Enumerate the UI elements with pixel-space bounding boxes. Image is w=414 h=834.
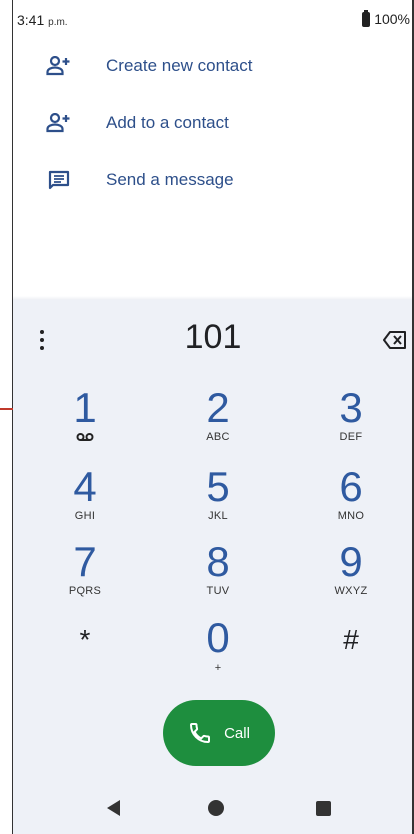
create-new-contact-button[interactable]: Create new contact	[13, 40, 412, 92]
key-3-digit: 3	[339, 384, 363, 431]
key-7-digit: 7	[73, 538, 97, 585]
more-options-icon-dot	[40, 338, 44, 342]
status-time-value: 3:41	[17, 12, 45, 28]
person-add-icon	[45, 54, 73, 78]
key-8-digit: 8	[206, 538, 230, 585]
key-6-digit: 6	[339, 463, 363, 510]
key-4-digit: 4	[73, 463, 97, 510]
send-message-button[interactable]: Send a message	[13, 154, 412, 206]
key-3[interactable]: 3 DEF	[301, 386, 401, 456]
more-options-icon-dot	[40, 346, 44, 350]
call-label: Call	[224, 724, 250, 742]
navigation-bar	[13, 780, 412, 830]
create-new-contact-label: Create new contact	[106, 56, 253, 75]
key-4-letters: GHI	[74, 510, 96, 522]
add-to-contact-button[interactable]: Add to a contact	[13, 97, 412, 149]
key-7-letters: PQRS	[68, 585, 102, 597]
key-2[interactable]: 2 ABC	[168, 386, 268, 456]
key-1-digit: 1	[73, 384, 97, 431]
key-4[interactable]: 4 GHI	[35, 465, 135, 535]
key-6[interactable]: 6 MNO	[301, 465, 401, 535]
key-2-letters: ABC	[206, 431, 230, 443]
call-button[interactable]: Call	[163, 700, 275, 766]
backspace-button[interactable]	[383, 330, 407, 350]
person-add-icon	[45, 111, 73, 135]
voicemail-icon	[76, 433, 94, 441]
key-0-plus: +	[214, 662, 222, 674]
battery-level: 100%	[374, 11, 410, 27]
back-icon[interactable]	[107, 800, 120, 816]
key-hash-symbol: #	[343, 624, 359, 655]
backspace-icon	[383, 331, 406, 349]
status-bar: 3:41 p.m. 100%	[13, 0, 412, 36]
send-message-label: Send a message	[106, 170, 234, 189]
dialpad: 101 1 2 ABC 3 DEF 4 GHI 5 JKL 6 MNO 7 PQ…	[13, 300, 412, 834]
more-options-button[interactable]	[35, 327, 49, 353]
key-9-digit: 9	[339, 538, 363, 585]
status-time-suffix: p.m.	[48, 17, 68, 28]
key-hash[interactable]: #	[301, 618, 401, 688]
key-0-digit: 0	[206, 614, 230, 661]
phone-icon	[190, 723, 211, 744]
key-star-symbol: *	[79, 624, 91, 655]
key-5[interactable]: 5 JKL	[168, 465, 268, 535]
key-8[interactable]: 8 TUV	[168, 540, 268, 610]
key-5-digit: 5	[206, 463, 230, 510]
key-5-letters: JKL	[208, 510, 228, 522]
key-0[interactable]: 0 +	[168, 616, 268, 686]
key-star[interactable]: *	[35, 618, 135, 688]
key-7[interactable]: 7 PQRS	[35, 540, 135, 610]
status-time: 3:41 p.m.	[17, 12, 68, 28]
battery-indicator: 100%	[362, 9, 410, 27]
key-6-letters: MNO	[337, 510, 365, 522]
battery-icon	[362, 9, 371, 27]
dialed-number: 101	[184, 318, 242, 356]
key-2-digit: 2	[206, 384, 230, 431]
key-3-letters: DEF	[339, 431, 363, 443]
key-9[interactable]: 9 WXYZ	[301, 540, 401, 610]
add-to-contact-label: Add to a contact	[106, 113, 229, 132]
key-8-letters: TUV	[206, 585, 230, 597]
home-icon[interactable]	[208, 800, 224, 816]
more-options-icon	[40, 330, 44, 334]
recents-icon[interactable]	[316, 801, 331, 816]
message-icon	[45, 168, 73, 192]
key-9-letters: WXYZ	[334, 585, 368, 597]
key-1[interactable]: 1	[35, 386, 135, 456]
